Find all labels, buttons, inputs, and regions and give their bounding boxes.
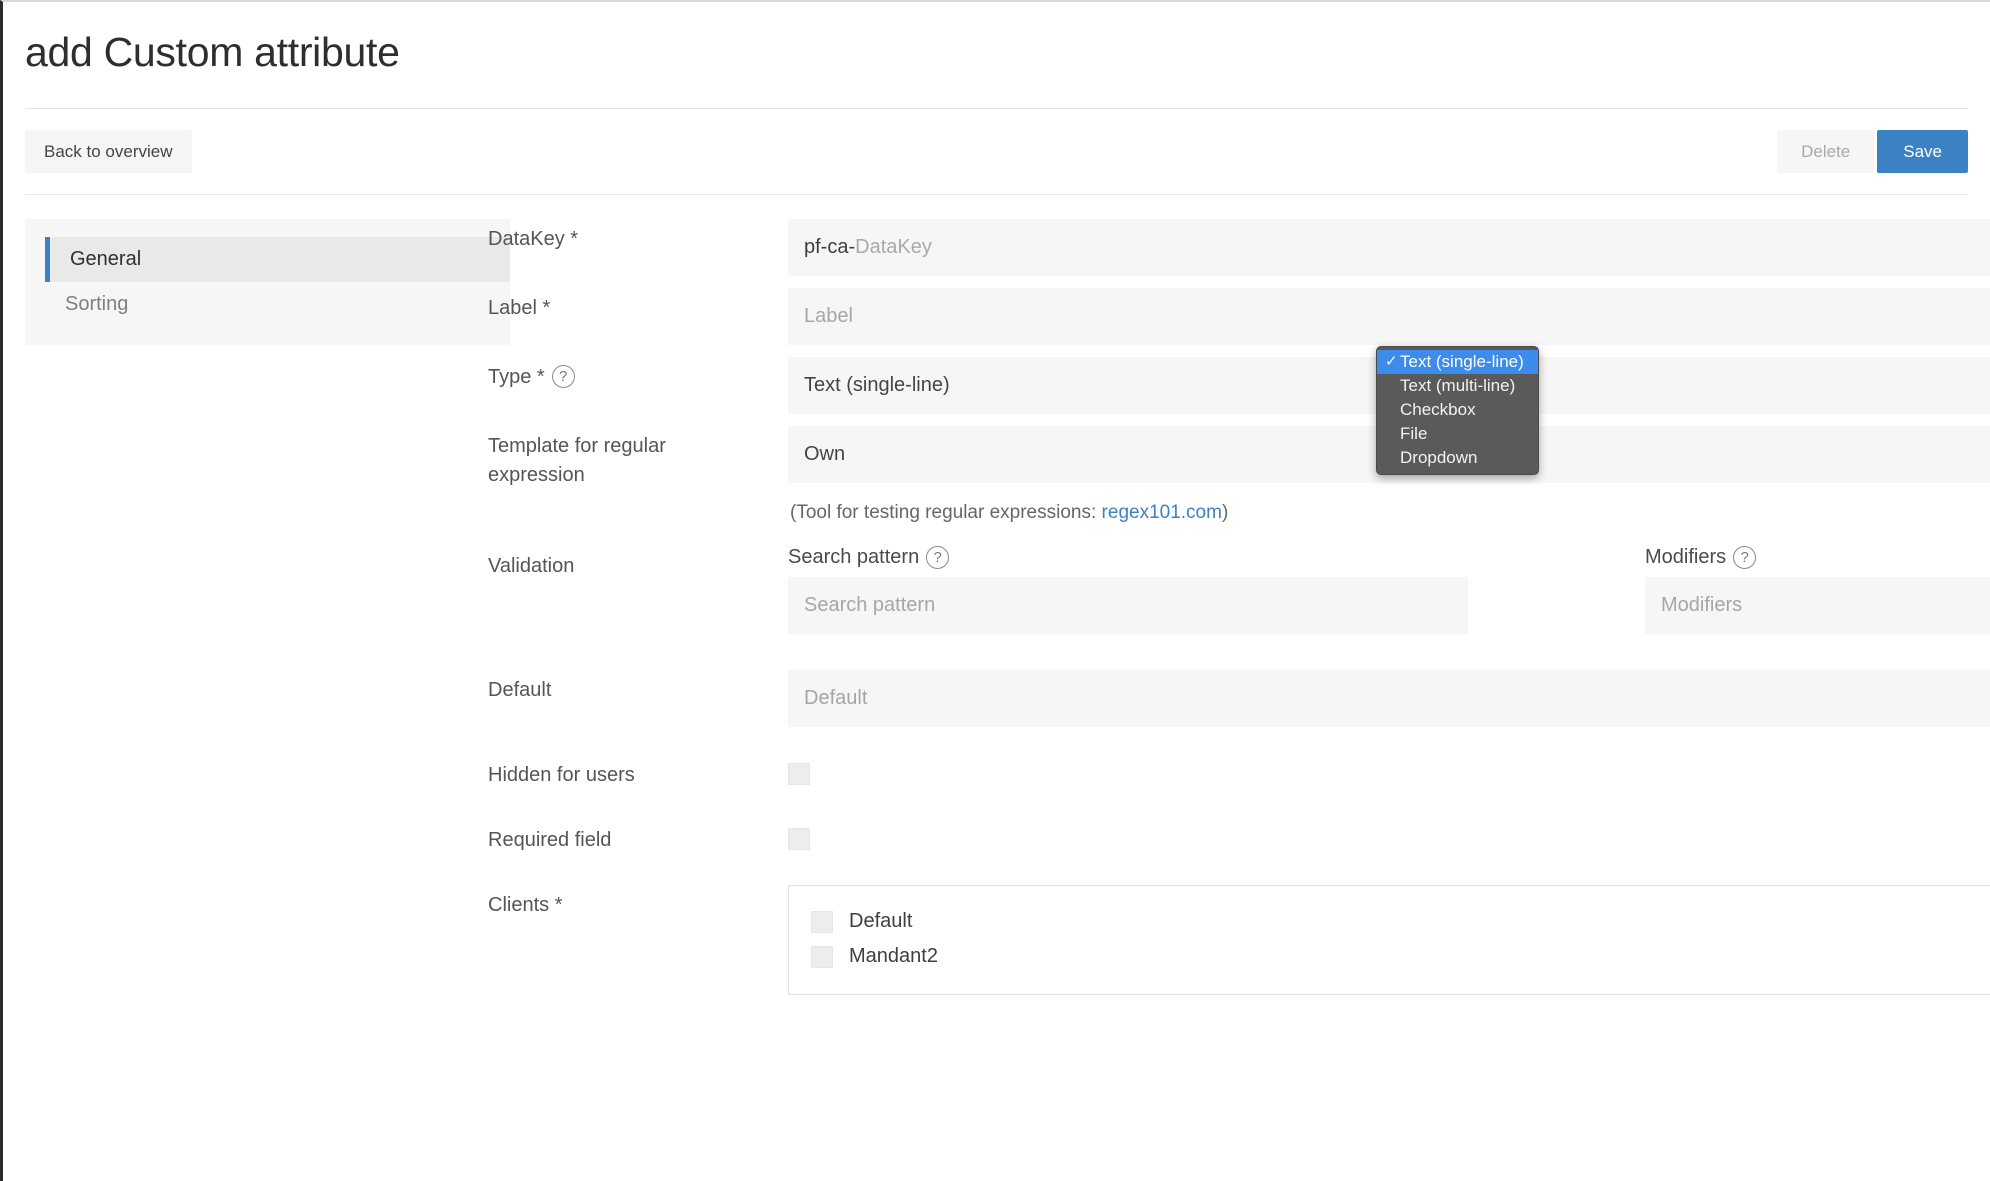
clients-control: Default Mandant2 [788, 885, 1990, 995]
action-bar: Back to overview Delete Save [3, 109, 1990, 194]
sidebar: General Sorting [3, 219, 510, 995]
primary-actions: Delete Save [1777, 130, 1968, 173]
dropdown-option-label: Text (single-line) [1400, 352, 1524, 371]
validation-label: Validation [488, 555, 575, 577]
regex-note-suffix: ) [1221, 502, 1229, 523]
page-title: add Custom attribute [25, 29, 400, 75]
check-icon: ✓ [1385, 353, 1398, 370]
regex101-link[interactable]: regex101.com [1102, 502, 1222, 523]
row-clients: Clients * Default Mandant2 [488, 885, 1990, 995]
dropdown-option-text-single-line[interactable]: ✓ Text (single-line) [1377, 350, 1538, 374]
list-item[interactable]: Default [811, 904, 1990, 939]
row-template: Template for regular expression Own [488, 426, 1990, 490]
regex-note-prefix: (Tool for testing regular expressions: [790, 502, 1102, 523]
row-datakey: DataKey * pf-ca-DataKey [488, 219, 1990, 276]
search-pattern-input[interactable]: Search pattern [788, 577, 1468, 634]
dropdown-option-label: File [1400, 424, 1428, 443]
row-type: Type *? Text (single-line) [488, 357, 1990, 414]
page-root: add Custom attribute Back to overview De… [0, 0, 1990, 1181]
sidebar-item-sorting[interactable]: Sorting [25, 282, 510, 327]
label-input[interactable]: Label [788, 288, 1990, 345]
modifiers-label-text: Modifiers [1645, 546, 1727, 568]
datakey-placeholder: DataKey [855, 236, 932, 258]
hidden-for-users-label: Hidden for users [488, 764, 635, 786]
modifiers-label: Modifiers? [1645, 546, 1990, 569]
dropdown-option-text-multi-line[interactable]: Text (multi-line) [1377, 374, 1538, 398]
dropdown-option-file[interactable]: File [1377, 422, 1538, 446]
client-label-default: Default [849, 910, 913, 932]
client-checkbox-mandant2[interactable] [811, 945, 833, 968]
hidden-for-users-control [788, 755, 1990, 785]
type-dropdown-menu[interactable]: ✓ Text (single-line) Text (multi-line) Ch… [1376, 346, 1539, 475]
row-label: Label * Label [488, 288, 1990, 345]
template-label-line2: expression [488, 464, 585, 486]
dropdown-option-label: Dropdown [1400, 448, 1478, 467]
modifiers-input[interactable]: Modifiers [1645, 577, 1990, 634]
template-label: Template for regular expression [488, 426, 788, 490]
sidebar-nav: General Sorting [25, 219, 510, 345]
datakey-label: DataKey * [488, 228, 579, 250]
modifiers-group: Modifiers? Modifiers [1645, 546, 1990, 634]
save-button[interactable]: Save [1877, 130, 1968, 173]
list-item[interactable]: Mandant2 [811, 939, 1990, 974]
row-default: Default Default [488, 670, 1990, 727]
hidden-for-users-checkbox[interactable] [788, 763, 810, 785]
dropdown-option-label: Text (multi-line) [1400, 376, 1516, 395]
page-body: General Sorting DataKey * pf-ca-DataKey … [3, 195, 1990, 995]
dropdown-option-checkbox[interactable]: Checkbox [1377, 398, 1538, 422]
type-label-text: Type * [488, 366, 545, 388]
default-input[interactable]: Default [788, 670, 1990, 727]
client-checkbox-default[interactable] [811, 910, 833, 933]
clients-list: Default Mandant2 [788, 885, 1990, 995]
help-icon-type[interactable]: ? [551, 365, 575, 388]
required-field-control [788, 820, 1990, 850]
default-control: Default [788, 670, 1990, 727]
type-label: Type *? [488, 357, 788, 392]
validation-control: Search pattern? Search pattern Modifiers… [788, 546, 1990, 634]
validation-grid: Search pattern? Search pattern Modifiers… [788, 546, 1990, 634]
required-field-checkbox[interactable] [788, 828, 810, 850]
validation-spacer [1468, 546, 1645, 634]
delete-button[interactable]: Delete [1777, 130, 1875, 173]
sidebar-item-general[interactable]: General [45, 237, 510, 282]
default-label: Default [488, 679, 552, 701]
datakey-control: pf-ca-DataKey [788, 219, 1990, 276]
clients-label: Clients * [488, 894, 563, 916]
datakey-prefix: pf-ca- [804, 236, 856, 258]
attribute-form: DataKey * pf-ca-DataKey Label * Label Ty… [488, 219, 1990, 995]
template-label-line1: Template for regular [488, 435, 666, 457]
row-required-field: Required field [488, 820, 1990, 855]
row-validation: Validation Search pattern? Search patter… [488, 546, 1990, 634]
search-pattern-label: Search pattern? [788, 546, 1468, 569]
required-field-label: Required field [488, 829, 612, 851]
regex-note: (Tool for testing regular expressions: r… [788, 502, 1990, 524]
row-regex-note: (Tool for testing regular expressions: r… [488, 502, 1990, 524]
back-to-overview-button[interactable]: Back to overview [25, 130, 192, 173]
dropdown-option-label: Checkbox [1400, 400, 1476, 419]
row-hidden-for-users: Hidden for users [488, 755, 1990, 790]
regex-note-spacer [488, 502, 788, 508]
search-pattern-label-text: Search pattern [788, 546, 920, 568]
dropdown-option-dropdown[interactable]: Dropdown [1377, 446, 1538, 470]
label-field-label: Label * [488, 297, 551, 319]
help-icon-search-pattern[interactable]: ? [926, 546, 950, 569]
client-label-mandant2: Mandant2 [849, 945, 938, 967]
label-field-control: Label [788, 288, 1990, 345]
datakey-input[interactable]: pf-ca-DataKey [788, 219, 1990, 276]
search-pattern-group: Search pattern? Search pattern [788, 546, 1468, 634]
help-icon-modifiers[interactable]: ? [1733, 546, 1757, 569]
